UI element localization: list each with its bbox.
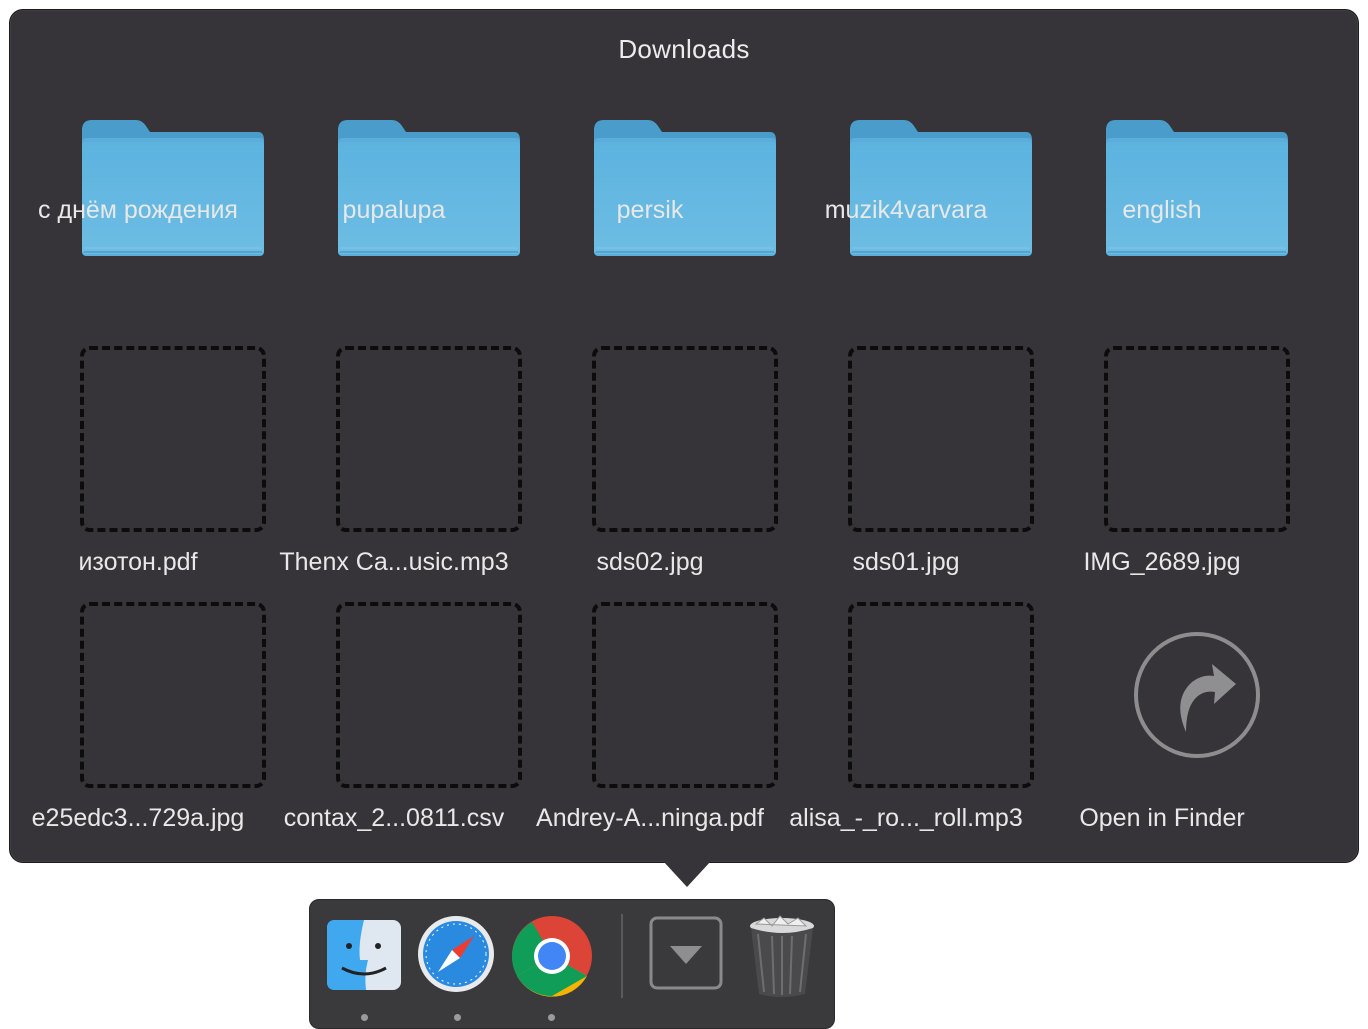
item-label: e25edc3...729a.jpg [31,804,245,832]
item-label: english [1122,196,1202,224]
safari-icon [418,916,494,992]
file-placeholder-icon [336,602,522,788]
stack-item-file[interactable]: sds01.jpg [778,266,1034,576]
trash-icon [750,915,814,997]
file-placeholder-icon [336,346,522,532]
stack-item-file[interactable]: Andrey-A...ninga.pdf [522,522,778,832]
stack-item-folder[interactable]: pupalupa [266,10,522,266]
popover-pointer [663,861,711,887]
folder-icon [850,120,1032,256]
stack-item-folder[interactable]: muzik4varvara [778,10,1034,266]
downloads-stack-icon [649,916,723,990]
item-label: pupalupa [342,196,446,224]
open-in-finder-icon [1134,632,1260,758]
stack-item-folder[interactable]: с днём рождения [10,10,266,266]
file-placeholder-icon [848,346,1034,532]
item-label: alisa_-_ro..._roll.mp3 [789,804,1023,832]
finder-icon [327,920,401,990]
dock-item-safari[interactable] [416,914,496,1021]
dock-item-trash[interactable] [742,914,822,997]
downloads-stack-popover: Downloads с днём рождения pupalupa persi… [9,9,1359,863]
stack-item-file[interactable]: contax_2...0811.csv [266,522,522,832]
item-label: Open in Finder [1079,804,1245,832]
dock [309,899,835,1029]
chrome-icon [512,916,592,997]
stack-item-folder[interactable]: persik [522,10,778,266]
dock-item-downloads-stack[interactable] [648,914,728,994]
stack-item-file[interactable]: alisa_-_ro..._roll.mp3 [778,522,1034,832]
item-label: persik [616,196,684,224]
stack-item-folder[interactable]: english [1034,10,1290,266]
dock-item-chrome[interactable] [510,914,592,1021]
file-placeholder-icon [848,602,1034,788]
item-label: muzik4varvara [824,196,988,224]
item-label: contax_2...0811.csv [283,804,505,832]
running-indicator [454,1014,461,1021]
running-indicator [361,1014,368,1021]
stack-item-file[interactable]: sds02.jpg [522,266,778,576]
file-placeholder-icon [592,346,778,532]
stack-item-file[interactable]: Thenx Ca...usic.mp3 [266,266,522,576]
folder-icon [338,120,520,256]
stack-item-file[interactable]: IMG_2689.jpg [1034,266,1290,576]
stack-grid: с днём рождения pupalupa persik muzik4va… [10,10,1358,862]
file-placeholder-icon [1104,346,1290,532]
file-placeholder-icon [80,346,266,532]
folder-icon [594,120,776,256]
item-label: Andrey-A...ninga.pdf [536,804,764,832]
item-label: с днём рождения [38,196,238,224]
folder-icon [82,120,264,256]
file-placeholder-icon [592,602,778,788]
running-indicator [548,1014,555,1021]
dock-item-finder[interactable] [324,914,404,1021]
stack-item-file[interactable]: изотон.pdf [10,266,266,576]
file-placeholder-icon [80,602,266,788]
stack-item-file[interactable]: e25edc3...729a.jpg [10,522,266,832]
dock-divider [621,914,623,998]
folder-icon [1106,120,1288,256]
open-in-finder-button[interactable]: Open in Finder [1034,522,1290,832]
